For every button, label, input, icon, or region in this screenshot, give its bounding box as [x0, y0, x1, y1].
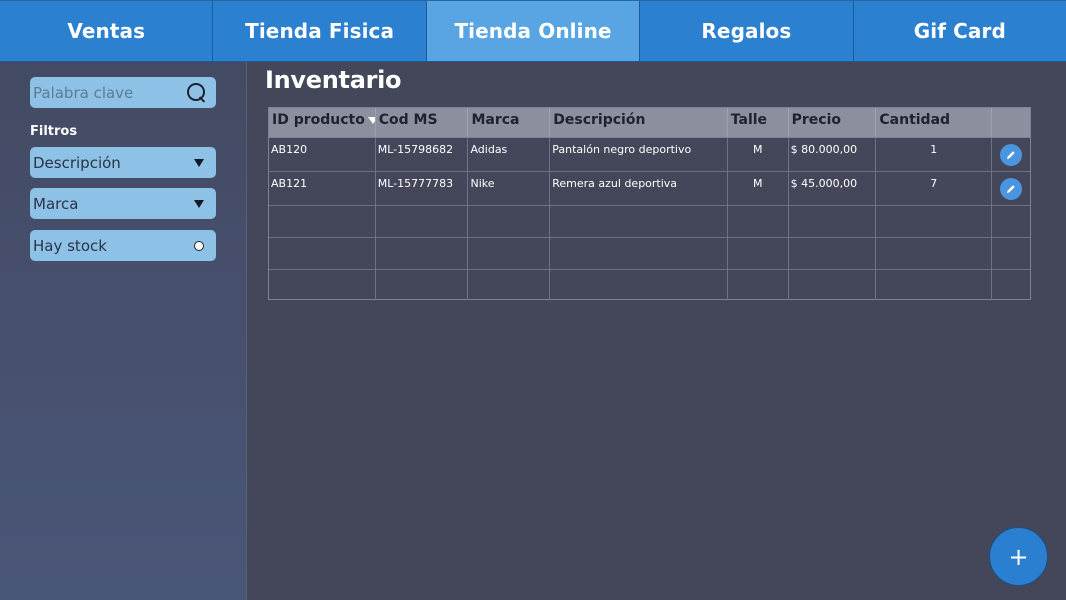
pencil-icon	[1007, 151, 1015, 159]
radio-icon[interactable]	[194, 240, 204, 251]
cell-precio: $ 80.000,00	[789, 138, 877, 171]
cell-empty	[876, 206, 993, 237]
filters-title: Filtros	[30, 124, 78, 139]
cell-id: AB121	[269, 172, 376, 205]
cell-empty	[550, 270, 728, 300]
table-row-empty	[269, 238, 1030, 270]
table-row-empty	[269, 206, 1030, 238]
cell-cod-ms: ML-15798682	[376, 138, 469, 171]
cell-empty	[376, 238, 469, 269]
cell-marca: Nike	[468, 172, 551, 205]
header-actions	[992, 108, 1030, 137]
header-id-producto[interactable]: ID producto	[269, 108, 376, 137]
cell-empty	[992, 270, 1030, 300]
header-precio[interactable]: Precio	[789, 108, 877, 137]
page-title: Inventario	[265, 66, 402, 94]
cell-talle: M	[728, 172, 789, 205]
cell-empty	[269, 206, 376, 237]
cell-actions	[992, 138, 1030, 171]
cell-cod-ms: ML-15777783	[376, 172, 469, 205]
cell-empty	[876, 238, 993, 269]
table-row[interactable]: AB121 ML-15777783 Nike Remera azul depor…	[269, 172, 1030, 206]
filter-hay-stock-label: Hay stock	[33, 236, 107, 255]
top-nav: Ventas Tienda Fisica Tienda Online Regal…	[0, 0, 1066, 62]
cell-empty	[468, 206, 551, 237]
cell-empty	[269, 238, 376, 269]
cell-precio: $ 45.000,00	[789, 172, 877, 205]
table-row-empty	[269, 270, 1030, 300]
filter-marca-label: Marca	[33, 194, 79, 213]
chevron-down-icon	[194, 199, 204, 208]
table-header-row: ID producto Cod MS Marca Descripción Tal…	[269, 108, 1030, 138]
tab-tienda-fisica[interactable]: Tienda Fisica	[213, 1, 427, 62]
tab-gif-card[interactable]: Gif Card	[853, 1, 1066, 62]
cell-empty	[728, 270, 789, 300]
add-product-button[interactable]: +	[989, 527, 1048, 586]
cell-empty	[550, 238, 728, 269]
header-talle[interactable]: Talle	[728, 108, 789, 137]
cell-empty	[550, 206, 728, 237]
header-marca[interactable]: Marca	[468, 108, 551, 137]
filter-marca-dropdown[interactable]: Marca	[30, 188, 216, 219]
pencil-icon	[1007, 185, 1015, 193]
cell-actions	[992, 172, 1030, 205]
filter-descripcion-dropdown[interactable]: Descripción	[30, 147, 216, 178]
plus-icon: +	[1008, 542, 1029, 571]
search-icon[interactable]	[186, 82, 208, 104]
cell-empty	[376, 206, 469, 237]
cell-empty	[992, 238, 1030, 269]
search-input[interactable]: Palabra clave	[30, 77, 216, 108]
cell-empty	[269, 270, 376, 300]
cell-empty	[728, 206, 789, 237]
filter-hay-stock-toggle[interactable]: Hay stock	[30, 230, 216, 261]
table-row[interactable]: AB120 ML-15798682 Adidas Pantalón negro …	[269, 138, 1030, 172]
header-descripcion[interactable]: Descripción	[550, 108, 728, 137]
sort-desc-icon[interactable]	[367, 116, 375, 124]
cell-cantidad: 1	[876, 138, 993, 171]
edit-button[interactable]	[1000, 144, 1023, 166]
edit-button[interactable]	[1000, 178, 1023, 200]
cell-talle: M	[728, 138, 789, 171]
cell-empty	[789, 238, 877, 269]
header-cantidad[interactable]: Cantidad	[876, 108, 993, 137]
header-cod-ms[interactable]: Cod MS	[376, 108, 469, 137]
cell-empty	[468, 238, 551, 269]
cell-descripcion: Pantalón negro deportivo	[550, 138, 728, 171]
cell-empty	[468, 270, 551, 300]
cell-empty	[992, 206, 1030, 237]
cell-empty	[876, 270, 993, 300]
cell-marca: Adidas	[468, 138, 551, 171]
filter-descripcion-label: Descripción	[33, 153, 121, 172]
cell-empty	[728, 238, 789, 269]
cell-empty	[789, 270, 877, 300]
cell-cantidad: 7	[876, 172, 993, 205]
cell-empty	[376, 270, 469, 300]
tab-regalos[interactable]: Regalos	[640, 1, 854, 62]
tab-tienda-online[interactable]: Tienda Online	[426, 1, 641, 62]
search-placeholder: Palabra clave	[33, 83, 134, 102]
cell-id: AB120	[269, 138, 376, 171]
cell-empty	[789, 206, 877, 237]
chevron-down-icon	[194, 158, 204, 167]
tab-ventas[interactable]: Ventas	[0, 1, 214, 62]
cell-descripcion: Remera azul deportiva	[550, 172, 728, 205]
inventory-table: ID producto Cod MS Marca Descripción Tal…	[268, 107, 1031, 300]
sidebar: Palabra clave Filtros Descripción Marca …	[0, 62, 247, 600]
